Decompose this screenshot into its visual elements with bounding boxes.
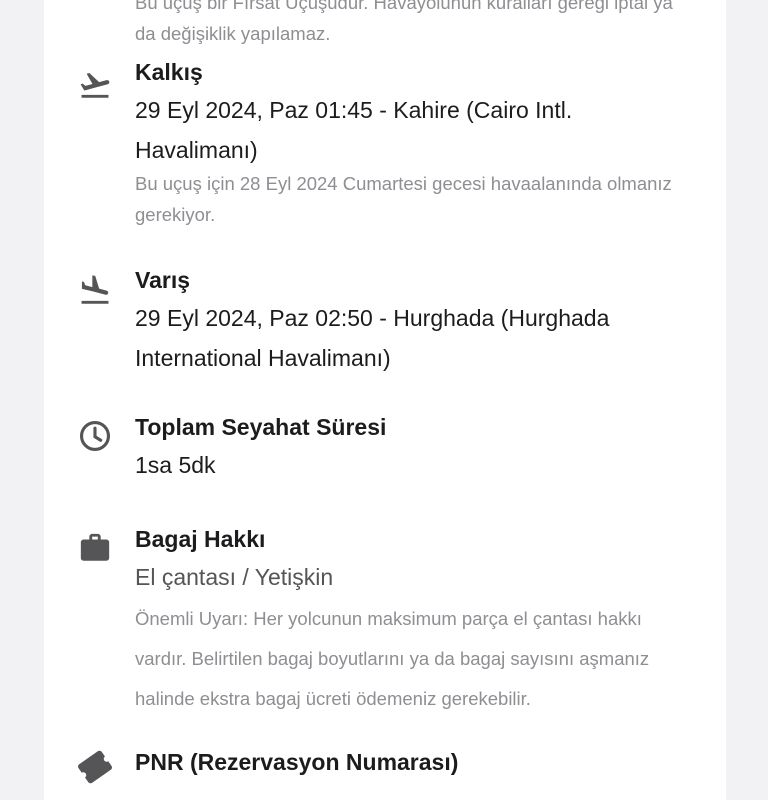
- departure-value: 29 Eyl 2024, Paz 01:45 - Kahire (Cairo I…: [135, 97, 573, 163]
- airplane-landing-icon: [78, 274, 112, 308]
- departure-title: Kalkış: [135, 59, 203, 85]
- baggage-value: El çantası / Yetişkin: [135, 564, 334, 590]
- arrival-title: Varış: [135, 267, 190, 293]
- duration-value: 1sa 5dk: [135, 452, 216, 478]
- briefcase-icon: [78, 531, 112, 565]
- baggage-note: Önemli Uyarı: Her yolcunun maksimum parç…: [135, 608, 650, 709]
- non-refundable-note: Bu uçuş bir Fırsat Uçuşudur. Havayolunun…: [135, 0, 673, 44]
- arrival-value: 29 Eyl 2024, Paz 02:50 - Hurghada (Hurgh…: [135, 305, 610, 371]
- pnr-title: PNR (Rezervasyon Numarası): [135, 749, 459, 775]
- baggage-title: Bagaj Hakkı: [135, 526, 266, 552]
- flight-details-card: Bu uçuş bir Fırsat Uçuşudur. Havayolunun…: [44, 0, 726, 800]
- ticket-icon: [78, 750, 112, 784]
- airplane-takeoff-icon: [78, 68, 112, 102]
- duration-title: Toplam Seyahat Süresi: [135, 414, 387, 440]
- departure-note: Bu uçuş için 28 Eyl 2024 Cumartesi geces…: [135, 173, 672, 225]
- clock-icon: [78, 419, 112, 453]
